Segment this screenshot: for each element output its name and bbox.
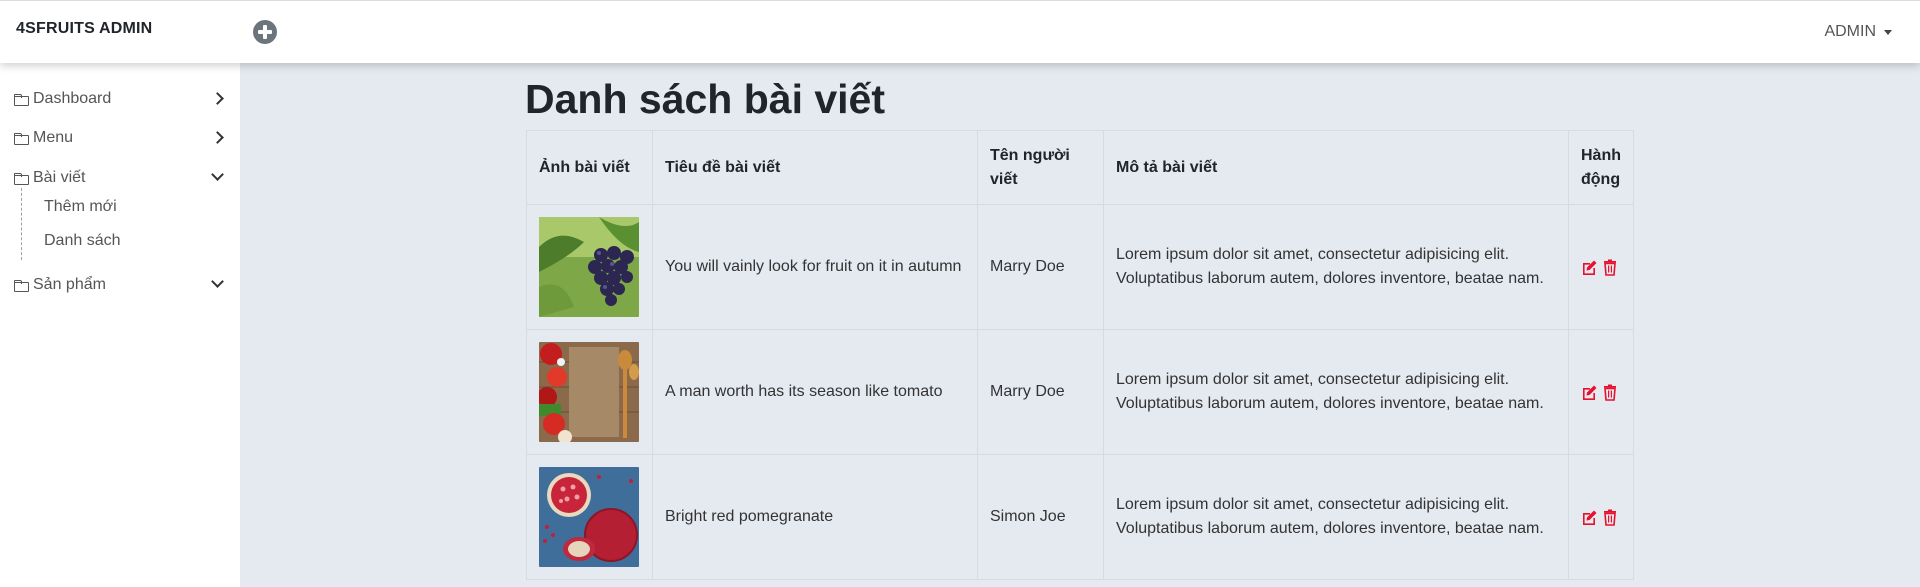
folder-icon xyxy=(14,132,29,145)
sidebar-subitem-add-new[interactable]: Thêm mới xyxy=(44,198,117,216)
pomegranate-photo xyxy=(539,467,639,567)
sidebar-item-label: Sản phẩm xyxy=(33,276,106,293)
sidebar-item-menu[interactable]: Menu xyxy=(14,127,224,149)
column-header-title: Tiêu đề bài viết xyxy=(652,130,978,205)
chevron-down-icon xyxy=(211,275,224,288)
post-description-cell: Lorem ipsum dolor sit amet, consectetur … xyxy=(1103,204,1569,330)
admin-user-dropdown[interactable]: ADMIN xyxy=(1824,23,1892,41)
table-row: You will vainly look for fruit on it in … xyxy=(526,204,1634,330)
post-actions-cell xyxy=(1568,329,1634,455)
caret-down-icon xyxy=(1884,29,1892,35)
submenu-guide-line xyxy=(21,188,22,260)
column-header-image: Ảnh bài viết xyxy=(526,130,653,205)
table-header-row: Ảnh bài viết Tiêu đề bài viết Tên người … xyxy=(526,130,1634,205)
sidebar: Dashboard Menu Bài viết Thêm mới Danh sá… xyxy=(0,62,240,587)
post-title-cell: Bright red pomegranate xyxy=(652,454,978,580)
chevron-down-icon xyxy=(211,168,224,181)
post-title-cell: A man worth has its season like tomato xyxy=(652,329,978,455)
grapes-photo xyxy=(539,217,639,317)
post-description-cell: Lorem ipsum dolor sit amet, consectetur … xyxy=(1103,329,1569,455)
post-actions-cell xyxy=(1568,454,1634,580)
trash-icon[interactable] xyxy=(1603,259,1617,276)
table-row: A man worth has its season like tomato M… xyxy=(526,329,1634,455)
post-image-cell xyxy=(526,204,653,330)
post-image-cell xyxy=(526,329,653,455)
trash-icon[interactable] xyxy=(1603,384,1617,401)
sidebar-subitem-list[interactable]: Danh sách xyxy=(44,232,121,250)
post-author-cell: Marry Doe xyxy=(977,329,1104,455)
folder-icon xyxy=(14,279,29,292)
post-title-cell: You will vainly look for fruit on it in … xyxy=(652,204,978,330)
edit-icon[interactable] xyxy=(1581,509,1598,526)
edit-icon[interactable] xyxy=(1581,384,1598,401)
page-title: Danh sách bài viết xyxy=(525,76,886,122)
column-header-actions: Hành động xyxy=(1568,130,1634,205)
sidebar-item-label: Bài viết xyxy=(33,169,86,186)
column-header-description: Mô tả bài viết xyxy=(1103,130,1569,205)
posts-table: Ảnh bài viết Tiêu đề bài viết Tên người … xyxy=(526,130,1634,580)
post-description-cell: Lorem ipsum dolor sit amet, consectetur … xyxy=(1103,454,1569,580)
sidebar-item-dashboard[interactable]: Dashboard xyxy=(14,88,224,110)
sidebar-item-products[interactable]: Sản phẩm xyxy=(14,274,224,296)
post-image-cell xyxy=(526,454,653,580)
chevron-right-icon xyxy=(211,92,224,105)
brand-title[interactable]: 4SFRUITS ADMIN xyxy=(16,20,152,38)
chevron-right-icon xyxy=(211,131,224,144)
edit-icon[interactable] xyxy=(1581,259,1598,276)
user-menu-label: ADMIN xyxy=(1824,23,1876,40)
column-header-author: Tên người viết xyxy=(977,130,1104,205)
vegetables-table-photo xyxy=(539,342,639,442)
table-row: Bright red pomegranate Simon Joe Lorem i… xyxy=(526,454,1634,580)
folder-icon xyxy=(14,172,29,185)
top-navbar: 4SFRUITS ADMIN ADMIN xyxy=(0,0,1920,63)
sidebar-item-label: Menu xyxy=(33,129,74,146)
sidebar-item-label: Dashboard xyxy=(33,90,112,107)
plus-circle-icon[interactable] xyxy=(253,20,277,44)
post-author-cell: Simon Joe xyxy=(977,454,1104,580)
post-actions-cell xyxy=(1568,204,1634,330)
trash-icon[interactable] xyxy=(1603,509,1617,526)
sidebar-item-posts[interactable]: Bài viết xyxy=(14,167,224,189)
folder-icon xyxy=(14,93,29,106)
post-author-cell: Marry Doe xyxy=(977,204,1104,330)
